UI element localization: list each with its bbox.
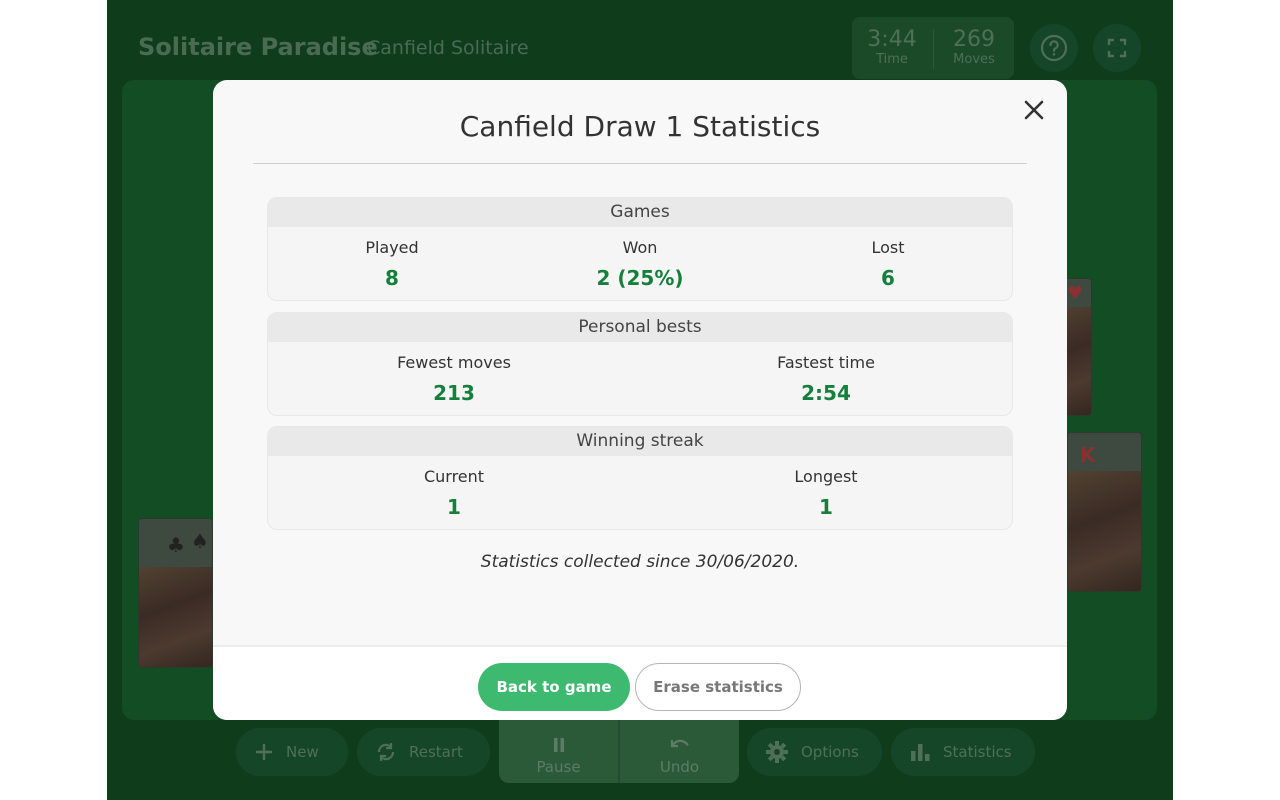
bar-chart-icon [911, 744, 930, 761]
moves-value: 269 [953, 27, 995, 52]
gear-icon [766, 741, 788, 763]
statistics-dialog: Canfield Draw 1 Statistics Games Played … [213, 80, 1067, 720]
plus-icon [256, 744, 272, 760]
personal-bests-heading: Personal bests [268, 313, 1012, 342]
heart-suit-icon: ♥ [1067, 283, 1084, 304]
playing-card[interactable]: ♣ ♠ [138, 518, 213, 668]
current-streak-value: 1 [447, 495, 461, 519]
winning-streak-section: Winning streak Current 1 Longest 1 [267, 426, 1013, 530]
pause-icon [499, 737, 618, 757]
moves-label: Moves [953, 52, 995, 67]
fewest-moves-stat: Fewest moves 213 [268, 353, 640, 405]
games-section: Games Played 8 Won 2 (25%) Lost 6 [267, 197, 1013, 301]
question-circle-icon [1040, 34, 1068, 62]
statistics-button[interactable]: Statistics [891, 728, 1035, 776]
current-streak-stat: Current 1 [268, 467, 640, 519]
undo-label: Undo [659, 758, 700, 776]
erase-statistics-button[interactable]: Erase statistics [635, 663, 801, 711]
personal-bests-section: Personal bests Fewest moves 213 Fastest … [267, 312, 1013, 416]
played-value: 8 [385, 266, 399, 290]
close-button[interactable] [1016, 92, 1052, 128]
undo-button[interactable]: Undo [620, 720, 739, 783]
fullscreen-button[interactable] [1093, 24, 1141, 72]
pause-undo-group: Pause Undo [499, 720, 739, 783]
moves-display: 269 Moves [934, 27, 1014, 67]
played-stat: Played 8 [268, 238, 516, 290]
club-suit-icon: ♣ [167, 533, 185, 557]
new-game-button[interactable]: New [236, 728, 348, 776]
restart-button[interactable]: Restart [357, 728, 490, 776]
won-label: Won [622, 238, 658, 257]
won-stat: Won 2 (25%) [516, 238, 764, 290]
lost-value: 6 [881, 266, 895, 290]
winning-streak-heading: Winning streak [268, 427, 1012, 456]
played-label: Played [365, 238, 419, 257]
card-face-art [139, 567, 212, 667]
time-display: 3:44 Time [852, 27, 932, 67]
game-name: Canfield Solitaire [367, 37, 529, 59]
dialog-title: Canfield Draw 1 Statistics [459, 110, 821, 143]
longest-streak-value: 1 [819, 495, 833, 519]
won-value: 2 (25%) [596, 266, 684, 290]
spade-suit-icon: ♠ [191, 529, 209, 553]
fewest-moves-value: 213 [433, 381, 475, 405]
fullscreen-icon [1107, 38, 1127, 58]
pause-button[interactable]: Pause [499, 720, 618, 783]
longest-streak-label: Longest [794, 467, 858, 486]
undo-icon [620, 737, 739, 757]
fastest-time-value: 2:54 [801, 381, 851, 405]
lost-label: Lost [871, 238, 905, 257]
help-button[interactable] [1030, 24, 1078, 72]
dialog-footer: Back to game Erase statistics [213, 645, 1067, 720]
card-face-art [1068, 471, 1141, 591]
fastest-time-label: Fastest time [777, 353, 875, 372]
restart-label: Restart [409, 743, 463, 761]
pause-label: Pause [536, 758, 581, 776]
time-label: Time [876, 52, 908, 67]
stats-since-note: Statistics collected since 30/06/2020. [480, 552, 800, 572]
card-rank: K [1080, 443, 1096, 467]
close-icon [1024, 100, 1044, 120]
games-heading: Games [268, 198, 1012, 227]
restart-icon [377, 743, 395, 761]
playing-card[interactable]: K [1067, 432, 1142, 592]
fewest-moves-label: Fewest moves [397, 353, 511, 372]
options-button[interactable]: Options [747, 728, 882, 776]
back-to-game-button[interactable]: Back to game [478, 663, 630, 711]
statistics-label: Statistics [943, 743, 1012, 761]
title-divider [253, 163, 1027, 164]
longest-streak-stat: Longest 1 [640, 467, 1012, 519]
game-stats-box: 3:44 Time 269 Moves [852, 17, 1014, 79]
new-label: New [286, 743, 319, 761]
lost-stat: Lost 6 [764, 238, 1012, 290]
current-streak-label: Current [423, 467, 485, 486]
time-value: 3:44 [867, 27, 917, 52]
app-title: Solitaire Paradise [138, 33, 378, 61]
fastest-time-stat: Fastest time 2:54 [640, 353, 1012, 405]
options-label: Options [801, 743, 859, 761]
